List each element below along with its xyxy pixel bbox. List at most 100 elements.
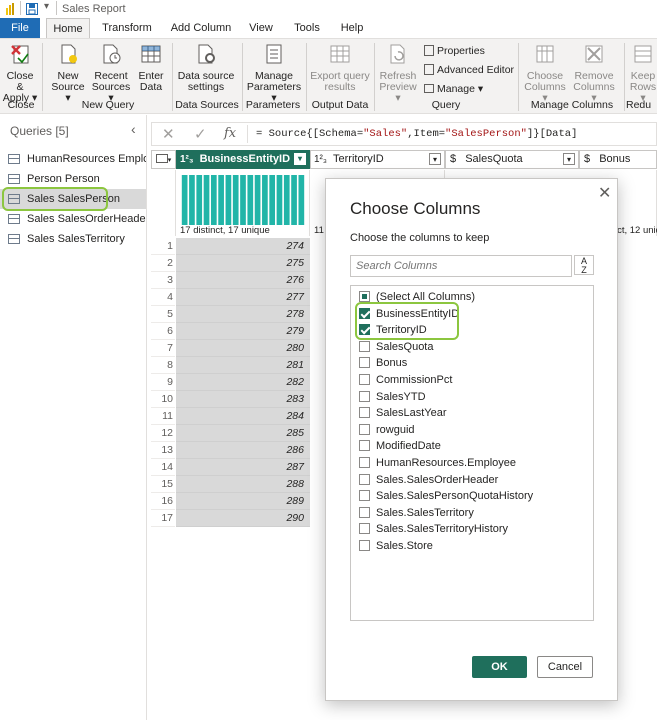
tab-tools[interactable]: Tools [288, 18, 326, 38]
column-option[interactable]: SalesYTD [359, 389, 426, 405]
filter-dropdown-icon[interactable]: ▾ [294, 153, 306, 165]
table-cell[interactable]: 275 [176, 255, 310, 272]
properties-button[interactable]: Properties [424, 45, 485, 57]
cancel-formula-icon[interactable]: ✕ [162, 125, 175, 143]
save-icon[interactable] [26, 3, 38, 15]
separator [624, 43, 625, 111]
table-cell[interactable]: 280 [176, 340, 310, 357]
group-new-query-label: New Query [81, 99, 135, 111]
table-cell[interactable]: 283 [176, 391, 310, 408]
table-cell[interactable]: 284 [176, 408, 310, 425]
column-option[interactable]: Sales.Store [359, 538, 433, 554]
ok-button[interactable]: OK [472, 656, 527, 678]
collapse-pane-icon[interactable]: ‹ [131, 121, 136, 137]
table-cell[interactable]: 289 [176, 493, 310, 510]
table-cell[interactable]: 287 [176, 459, 310, 476]
checkbox[interactable] [359, 506, 370, 518]
manage-button[interactable]: Manage ▾ [424, 83, 483, 95]
column-header-territoryid[interactable]: 1²₃ TerritoryID ▾ [310, 150, 445, 169]
export-query-results-button[interactable]: Export query results [308, 43, 372, 93]
table-cell[interactable]: 279 [176, 323, 310, 340]
filter-dropdown-icon[interactable]: ▾ [563, 153, 575, 165]
table-cell[interactable]: 288 [176, 476, 310, 493]
column-option[interactable]: Sales.SalesPersonQuotaHistory [359, 488, 533, 504]
checkbox[interactable] [359, 357, 370, 369]
query-item[interactable]: Person Person [0, 169, 146, 189]
column-header-bonus[interactable]: $ Bonus [579, 150, 657, 169]
table-menu-button[interactable]: ▾ [151, 150, 176, 169]
remove-columns-button[interactable]: Remove Columns ▾ [570, 43, 618, 104]
close-icon[interactable]: ✕ [598, 183, 611, 203]
column-option[interactable]: Sales.SalesTerritoryHistory [359, 521, 508, 537]
close-apply-button[interactable]: Close & Apply ▾ [2, 43, 38, 104]
group-parameters-label: Parameters [245, 99, 301, 111]
table-cell[interactable]: 282 [176, 374, 310, 391]
checkbox[interactable] [359, 523, 370, 535]
tab-add-column[interactable]: Add Column [166, 18, 236, 38]
keep-rows-button[interactable]: Keep Rows ▾ [628, 43, 657, 104]
column-option[interactable]: SalesQuota [359, 339, 433, 355]
query-item[interactable]: HumanResources Emplo... [0, 149, 146, 169]
recent-sources-button[interactable]: Recent Sources ▾ [90, 43, 132, 104]
confirm-formula-icon[interactable]: ✓ [194, 125, 207, 143]
table-cell[interactable]: 286 [176, 442, 310, 459]
tab-file[interactable]: File [0, 18, 40, 38]
column-option[interactable]: Sales.SalesOrderHeader [359, 472, 498, 488]
filter-dropdown-icon[interactable]: ▾ [429, 153, 441, 165]
column-header-businessentityid[interactable]: 1²₃ BusinessEntityID ▾ [176, 150, 310, 169]
column-option-label: Bonus [376, 357, 408, 370]
checkbox[interactable] [359, 390, 370, 402]
choose-columns-ribbon-button[interactable]: Choose Columns ▾ [522, 43, 568, 104]
formula-input[interactable]: = Source{[Schema="Sales",Item="SalesPers… [256, 128, 577, 140]
distribution-chart [181, 175, 305, 225]
row-number: 3 [151, 272, 175, 289]
query-item[interactable]: Sales SalesOrderHeader [0, 209, 146, 229]
column-option[interactable]: rowguid [359, 422, 415, 438]
tab-view[interactable]: View [244, 18, 278, 38]
tab-help[interactable]: Help [334, 18, 370, 38]
refresh-preview-button[interactable]: Refresh Preview ▾ [376, 43, 420, 104]
table-cell[interactable]: 277 [176, 289, 310, 306]
new-source-button[interactable]: New Source ▾ [48, 43, 88, 104]
group-data-sources-label: Data Sources [175, 99, 239, 111]
table-cell[interactable]: 290 [176, 510, 310, 527]
query-item[interactable]: Sales SalesTerritory [0, 229, 146, 249]
cancel-button[interactable]: Cancel [537, 656, 593, 678]
search-columns-input[interactable] [350, 255, 572, 277]
checkbox[interactable] [359, 407, 370, 419]
tab-transform[interactable]: Transform [100, 18, 154, 38]
checkbox[interactable] [359, 340, 370, 352]
column-option[interactable]: ModifiedDate [359, 438, 441, 454]
checkbox[interactable] [359, 490, 370, 502]
tab-home[interactable]: Home [46, 18, 90, 39]
checkbox[interactable] [359, 374, 370, 385]
manage-parameters-button[interactable]: Manage Parameters ▾ [244, 43, 304, 104]
column-option[interactable]: CommissionPct [359, 372, 452, 388]
divider [247, 125, 248, 143]
data-source-settings-button[interactable]: Data source settings [176, 43, 236, 93]
fx-icon[interactable]: fx [224, 126, 236, 141]
checkbox[interactable] [359, 540, 370, 551]
checkbox[interactable] [359, 473, 370, 485]
table-cell[interactable]: 281 [176, 357, 310, 374]
column-option[interactable]: HumanResources.Employee [359, 455, 516, 471]
checkbox[interactable] [359, 440, 370, 452]
table-cell[interactable]: 285 [176, 425, 310, 442]
divider [20, 1, 21, 15]
advanced-editor-button[interactable]: Advanced Editor [424, 64, 514, 76]
table-cell[interactable]: 278 [176, 306, 310, 323]
quick-access-dropdown-icon[interactable]: ▾ [44, 1, 49, 12]
enter-data-button[interactable]: Enter Data [134, 43, 168, 93]
column-header-salesquota[interactable]: $ SalesQuota ▾ [445, 150, 579, 169]
column-option[interactable]: Sales.SalesTerritory [359, 505, 474, 521]
table-cell[interactable]: 276 [176, 272, 310, 289]
advanced-editor-icon [424, 64, 434, 75]
column-option[interactable]: SalesLastYear [359, 405, 447, 421]
checkbox[interactable] [359, 291, 370, 302]
column-option[interactable]: Bonus [359, 355, 407, 371]
table-cell[interactable]: 274 [176, 238, 310, 255]
profile-stats: 11 [314, 225, 324, 236]
checkbox[interactable] [359, 457, 370, 468]
sort-az-button[interactable]: A Z [574, 255, 594, 275]
checkbox[interactable] [359, 423, 370, 435]
